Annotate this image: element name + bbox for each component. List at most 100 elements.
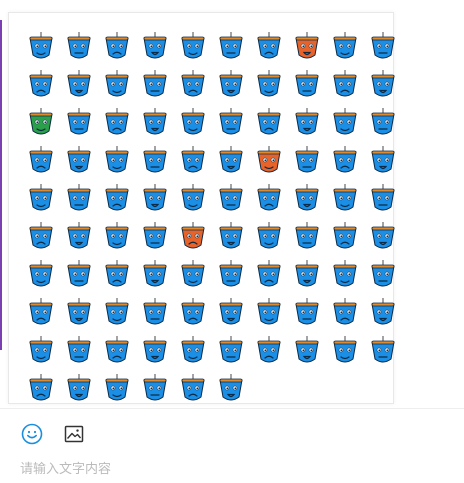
emoji-item[interactable] — [326, 331, 364, 369]
emoji-item[interactable] — [326, 179, 364, 217]
emoji-item[interactable] — [98, 293, 136, 331]
emoji-item[interactable] — [98, 141, 136, 179]
emoji-item[interactable] — [60, 27, 98, 65]
emoji-item[interactable] — [22, 179, 60, 217]
emoji-item[interactable] — [60, 179, 98, 217]
emoji-item[interactable] — [136, 27, 174, 65]
emoji-item[interactable] — [174, 293, 212, 331]
emoji-item[interactable] — [212, 255, 250, 293]
emoji-item[interactable] — [22, 331, 60, 369]
emoji-item[interactable] — [98, 27, 136, 65]
emoji-item[interactable] — [250, 331, 288, 369]
emoji-item[interactable] — [136, 369, 174, 407]
emoji-item[interactable] — [288, 293, 326, 331]
emoji-item[interactable] — [288, 27, 326, 65]
emoji-item[interactable] — [60, 369, 98, 407]
emoji-item[interactable] — [136, 217, 174, 255]
emoji-item[interactable] — [60, 65, 98, 103]
emoji-item[interactable] — [174, 369, 212, 407]
emoji-item[interactable] — [22, 65, 60, 103]
emoji-item[interactable] — [60, 103, 98, 141]
emoji-item[interactable] — [364, 331, 402, 369]
emoji-item[interactable] — [326, 65, 364, 103]
emoji-item[interactable] — [212, 369, 250, 407]
emoji-item[interactable] — [60, 141, 98, 179]
emoji-item[interactable] — [212, 293, 250, 331]
emoji-item[interactable] — [98, 103, 136, 141]
emoji-item[interactable] — [22, 217, 60, 255]
emoji-item[interactable] — [98, 217, 136, 255]
emoji-item[interactable] — [250, 141, 288, 179]
emoji-item[interactable] — [174, 255, 212, 293]
emoji-item[interactable] — [364, 141, 402, 179]
emoji-item[interactable] — [174, 141, 212, 179]
emoji-item[interactable] — [22, 369, 60, 407]
emoji-item[interactable] — [326, 255, 364, 293]
emoji-item[interactable] — [136, 255, 174, 293]
emoji-item[interactable] — [174, 179, 212, 217]
emoji-item[interactable] — [98, 331, 136, 369]
emoji-item[interactable] — [288, 103, 326, 141]
emoji-item[interactable] — [174, 65, 212, 103]
message-input[interactable] — [20, 458, 440, 480]
emoji-item[interactable] — [250, 293, 288, 331]
emoji-item[interactable] — [98, 255, 136, 293]
emoji-item[interactable] — [174, 27, 212, 65]
emoji-item[interactable] — [60, 331, 98, 369]
emoji-item[interactable] — [250, 255, 288, 293]
emoji-item[interactable] — [174, 217, 212, 255]
emoji-item[interactable] — [136, 103, 174, 141]
emoji-item[interactable] — [288, 217, 326, 255]
emoji-button[interactable] — [18, 420, 46, 448]
emoji-item[interactable] — [364, 179, 402, 217]
emoji-item[interactable] — [136, 293, 174, 331]
emoji-item[interactable] — [364, 293, 402, 331]
emoji-item[interactable] — [212, 27, 250, 65]
emoji-item[interactable] — [174, 331, 212, 369]
emoji-item[interactable] — [136, 65, 174, 103]
emoji-item[interactable] — [288, 179, 326, 217]
emoji-item[interactable] — [212, 141, 250, 179]
emoji-item[interactable] — [212, 65, 250, 103]
emoji-item[interactable] — [288, 141, 326, 179]
emoji-item[interactable] — [212, 103, 250, 141]
emoji-item[interactable] — [250, 65, 288, 103]
emoji-item[interactable] — [212, 217, 250, 255]
emoji-item[interactable] — [326, 27, 364, 65]
emoji-item[interactable] — [326, 217, 364, 255]
emoji-item[interactable] — [326, 141, 364, 179]
emoji-item[interactable] — [98, 65, 136, 103]
emoji-item[interactable] — [364, 27, 402, 65]
emoji-item[interactable] — [212, 179, 250, 217]
emoji-item[interactable] — [60, 293, 98, 331]
emoji-item[interactable] — [22, 141, 60, 179]
emoji-item[interactable] — [288, 331, 326, 369]
emoji-item[interactable] — [60, 255, 98, 293]
emoji-item[interactable] — [98, 179, 136, 217]
emoji-item[interactable] — [250, 179, 288, 217]
emoji-item[interactable] — [22, 293, 60, 331]
emoji-item[interactable] — [326, 103, 364, 141]
emoji-item[interactable] — [288, 255, 326, 293]
emoji-item[interactable] — [22, 255, 60, 293]
emoji-item[interactable] — [364, 103, 402, 141]
emoji-item[interactable] — [212, 331, 250, 369]
emoji-item[interactable] — [364, 217, 402, 255]
emoji-item[interactable] — [288, 65, 326, 103]
image-button[interactable] — [60, 420, 88, 448]
emoji-item[interactable] — [22, 27, 60, 65]
emoji-item[interactable] — [136, 179, 174, 217]
emoji-item[interactable] — [22, 103, 60, 141]
emoji-item[interactable] — [326, 293, 364, 331]
blue-bucket-face-emoji — [295, 260, 319, 287]
emoji-item[interactable] — [364, 255, 402, 293]
emoji-item[interactable] — [250, 27, 288, 65]
emoji-item[interactable] — [60, 217, 98, 255]
emoji-item[interactable] — [98, 369, 136, 407]
emoji-item[interactable] — [136, 331, 174, 369]
emoji-item[interactable] — [250, 217, 288, 255]
emoji-item[interactable] — [250, 103, 288, 141]
emoji-item[interactable] — [364, 65, 402, 103]
emoji-item[interactable] — [174, 103, 212, 141]
emoji-item[interactable] — [136, 141, 174, 179]
